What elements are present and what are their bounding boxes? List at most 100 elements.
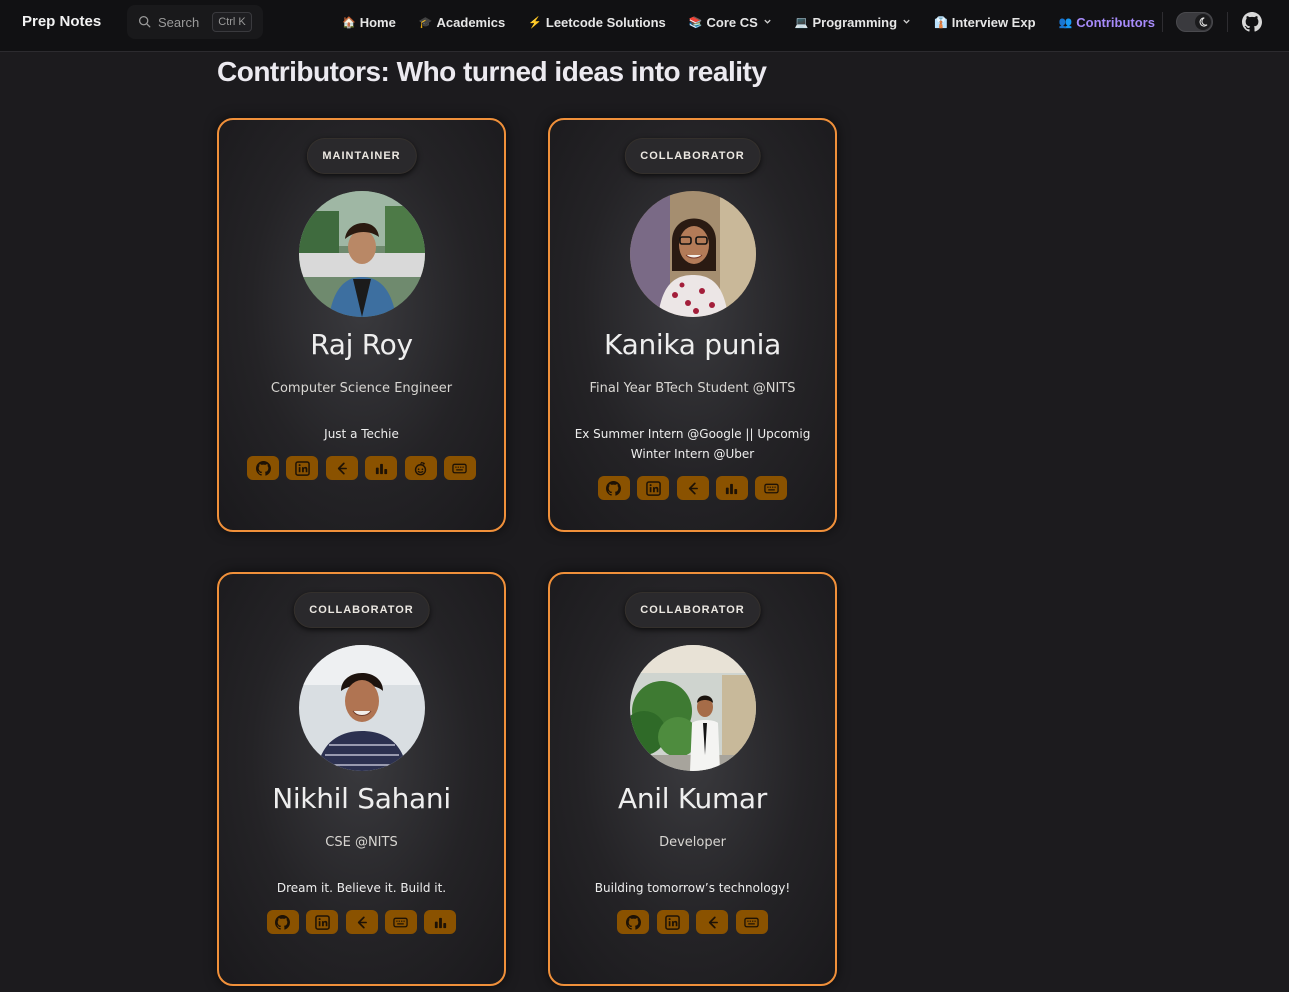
github-icon — [626, 915, 641, 930]
contributor-bio: Dream it. Believe it. Build it. — [276, 881, 447, 895]
linkedin-link[interactable] — [286, 456, 319, 480]
reddit-link[interactable] — [404, 456, 437, 480]
avatar — [629, 191, 756, 317]
lightning-icon: ⚡ — [528, 16, 542, 29]
chevron-down-icon — [763, 17, 772, 28]
leetcode-link[interactable] — [345, 910, 378, 934]
keyboard-link[interactable] — [755, 476, 788, 500]
avatar — [298, 645, 425, 771]
moon-icon — [1195, 14, 1211, 30]
nav-link-label: Interview Exp — [951, 14, 1036, 30]
graduation-cap-icon: 🎓 — [418, 16, 433, 29]
role-badge: COLLABORATOR — [624, 138, 761, 174]
nav-link-interview-exp[interactable]: 👔 Interview Exp — [934, 15, 1036, 30]
linkedin-link[interactable] — [656, 910, 689, 934]
contributor-title: Developer — [659, 835, 726, 850]
social-links — [219, 456, 504, 480]
leetcode-icon — [354, 915, 369, 930]
nav-link-label: Academics — [436, 14, 506, 30]
leetcode-link[interactable] — [676, 476, 709, 500]
laptop-icon: 💻 — [794, 16, 809, 29]
contributor-name: Kanika punia — [604, 328, 781, 361]
contributor-bio: Just a Techie — [324, 427, 399, 441]
github-icon — [275, 915, 290, 930]
social-links — [550, 476, 835, 500]
contributor-bio: Building tomorrow’s technology! — [594, 881, 791, 895]
avatar — [298, 191, 425, 317]
nav-links: 🏠 Home 🎓 Academics ⚡ Leetcode Solutions … — [342, 12, 1178, 32]
stats-link[interactable] — [365, 456, 398, 480]
leetcode-link[interactable] — [696, 910, 729, 934]
linkedin-link[interactable] — [306, 910, 339, 934]
github-link[interactable] — [597, 476, 630, 500]
nav-link-core-cs[interactable]: 📚 Core CS — [689, 15, 772, 30]
keyboard-link[interactable] — [443, 456, 476, 480]
keyboard-link[interactable] — [735, 910, 768, 934]
keyboard-link[interactable] — [384, 910, 417, 934]
leetcode-icon — [705, 915, 720, 930]
contributor-card: COLLABORATOR Anil Kumar Developer Buildi… — [548, 572, 837, 986]
github-link[interactable] — [247, 456, 280, 480]
nav-link-home[interactable]: 🏠 Home — [342, 15, 396, 30]
keyboard-icon — [764, 481, 779, 496]
stats-icon — [724, 481, 739, 496]
leetcode-icon — [334, 461, 349, 476]
nav-link-leetcode-solutions[interactable]: ⚡ Leetcode Solutions — [528, 15, 666, 30]
nav-divider — [1162, 12, 1163, 32]
chevron-down-icon — [902, 17, 911, 28]
leetcode-icon — [685, 481, 700, 496]
keyboard-icon — [452, 461, 467, 476]
nav-link-programming[interactable]: 💻 Programming — [795, 15, 911, 30]
search-icon — [138, 15, 151, 28]
leetcode-link[interactable] — [325, 456, 358, 480]
linkedin-icon — [665, 915, 680, 930]
contributor-card: COLLABORATOR Nikhil Sahani CSE @NITS Dre… — [217, 572, 506, 986]
contributor-name: Anil Kumar — [617, 782, 768, 815]
books-icon: 📚 — [688, 16, 703, 29]
contributor-bio: Ex Summer Intern @Google || Upcomig Wint… — [574, 427, 811, 461]
github-link[interactable] — [617, 910, 650, 934]
navbar: Prep Notes Ctrl K 🏠 Home 🎓 Academics ⚡ L… — [0, 0, 1289, 52]
stats-link[interactable] — [715, 476, 748, 500]
nav-divider — [1227, 12, 1228, 32]
github-link[interactable] — [266, 910, 299, 934]
theme-toggle[interactable] — [1176, 12, 1213, 32]
nav-link-label: Core CS — [706, 14, 758, 30]
search-shortcut-hint: Ctrl K — [212, 12, 252, 32]
nav-link-contributors[interactable]: 👥 Contributors — [1059, 15, 1155, 30]
shirt-icon: 👔 — [934, 16, 948, 29]
github-icon — [1242, 12, 1262, 32]
linkedin-icon — [315, 915, 330, 930]
role-badge: COLLABORATOR — [293, 592, 430, 628]
contributor-card: COLLABORATOR Kanika punia Final Year BTe… — [548, 118, 837, 532]
role-badge: MAINTAINER — [306, 138, 417, 174]
contributor-card: MAINTAINER Raj Roy Computer Science Engi… — [217, 118, 506, 532]
role-badge: COLLABORATOR — [624, 592, 761, 628]
contributor-name: Raj Roy — [310, 328, 413, 361]
github-icon — [606, 481, 621, 496]
nav-link-academics[interactable]: 🎓 Academics — [419, 15, 505, 30]
avatar — [629, 645, 756, 771]
social-links — [550, 910, 835, 934]
home-icon: 🏠 — [342, 16, 356, 29]
contributor-title: CSE @NITS — [325, 835, 398, 850]
nav-link-label: Leetcode Solutions — [545, 14, 666, 30]
keyboard-icon — [744, 915, 759, 930]
linkedin-link[interactable] — [637, 476, 670, 500]
github-icon — [256, 461, 271, 476]
contributor-title: Final Year BTech Student @NITS — [589, 381, 796, 396]
page-title: Contributors: Who turned ideas into real… — [217, 56, 767, 87]
nav-link-label: Home — [359, 14, 396, 30]
stats-icon — [374, 461, 389, 476]
contributor-title: Computer Science Engineer — [270, 381, 453, 396]
linkedin-icon — [646, 481, 661, 496]
reddit-icon — [413, 461, 428, 476]
github-link[interactable] — [1242, 12, 1262, 32]
nav-link-label: Programming — [812, 14, 898, 30]
social-links — [219, 910, 504, 934]
brand-logo-link[interactable]: Prep Notes — [22, 13, 101, 30]
stats-link[interactable] — [424, 910, 457, 934]
keyboard-icon — [393, 915, 408, 930]
stats-icon — [433, 915, 448, 930]
contributor-name: Nikhil Sahani — [272, 782, 451, 815]
